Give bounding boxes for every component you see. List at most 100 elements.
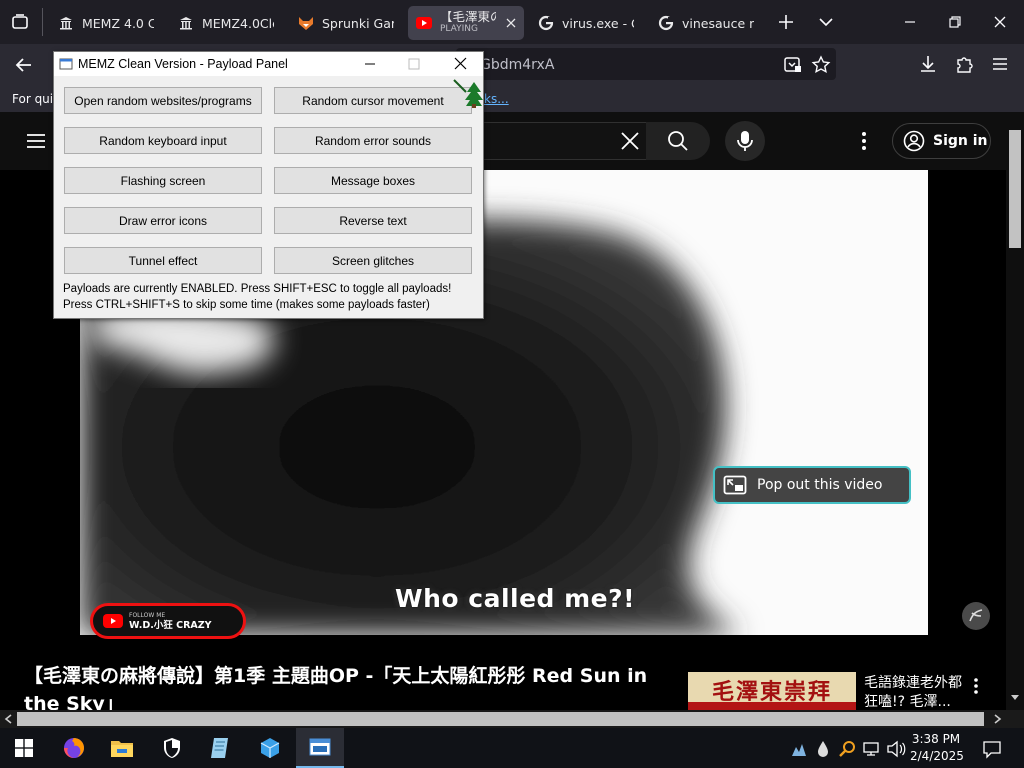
payload-button-message-boxes[interactable]: Message boxes <box>274 167 472 194</box>
tab-memz-1[interactable]: MEMZ 4.0 Cle <box>50 6 162 40</box>
clock-time: 3:38 PM <box>911 732 961 746</box>
payload-button-tunnel-effect[interactable]: Tunnel effect <box>64 247 262 274</box>
tab-list-icon[interactable] <box>10 12 30 32</box>
thumbnail-banner <box>688 702 856 710</box>
translate-page-icon[interactable] <box>783 55 803 75</box>
payload-button-keyboard-input[interactable]: Random keyboard input <box>64 127 262 154</box>
tab-virus-google[interactable]: virus.exe - Goo <box>530 6 642 40</box>
tab-title: MEMZ 4.0 Cle <box>82 15 154 31</box>
account-icon <box>903 130 925 152</box>
menu-hamburger-icon[interactable] <box>990 54 1010 74</box>
payload-button-screen-glitches[interactable]: Screen glitches <box>274 247 472 274</box>
notepad-icon <box>209 737 231 759</box>
vertical-scrollbar[interactable] <box>1006 126 1024 710</box>
tab-overflow-chevron-icon[interactable] <box>816 12 836 32</box>
horizontal-scrollbar[interactable] <box>0 710 1024 728</box>
sign-in-button[interactable]: Sign in <box>892 123 991 159</box>
microphone-icon <box>736 130 754 152</box>
memz-payload-panel-window[interactable]: MEMZ Clean Version - Payload Panel Open … <box>53 51 484 319</box>
scrollbar-thumb[interactable] <box>1009 130 1021 248</box>
recommended-video-thumbnail[interactable]: 毛澤東崇拜 <box>688 672 856 710</box>
picture-in-picture-icon <box>723 475 747 495</box>
windows-start-button[interactable] <box>0 728 48 768</box>
horizontal-scrollbar-thumb[interactable] <box>17 712 984 726</box>
video-logo-icon <box>962 602 990 630</box>
tab-title: 【毛澤東の <box>440 11 496 23</box>
search-button[interactable] <box>646 122 710 160</box>
scroll-right-arrow-icon[interactable] <box>994 714 1002 724</box>
fox-icon <box>298 15 314 31</box>
youtube-logo-icon <box>103 614 123 628</box>
folder-icon <box>110 737 134 759</box>
youtube-icon <box>416 15 432 31</box>
scroll-left-arrow-icon[interactable] <box>4 714 12 724</box>
url-field[interactable]: Gbdm4rxA <box>456 48 836 80</box>
shield-icon <box>162 737 182 759</box>
tab-memz-2[interactable]: MEMZ4.0Clea <box>170 6 282 40</box>
tray-droplet-icon[interactable] <box>816 740 830 758</box>
memz-title-bar[interactable]: MEMZ Clean Version - Payload Panel <box>54 52 483 76</box>
more-options-icon[interactable] <box>856 130 872 152</box>
restore-window-icon[interactable] <box>945 12 965 32</box>
close-window-icon[interactable] <box>990 12 1010 32</box>
downloads-icon[interactable] <box>918 54 938 74</box>
sign-in-label: Sign in <box>933 133 988 149</box>
memz-close-icon[interactable] <box>454 57 467 70</box>
tab-youtube-active[interactable]: 【毛澤東の PLAYING <box>408 6 524 40</box>
minimize-window-icon[interactable] <box>900 12 920 32</box>
back-arrow-icon[interactable] <box>13 54 35 76</box>
google-icon <box>538 15 554 31</box>
windows-logo-icon <box>15 739 33 757</box>
payload-button-flashing-screen[interactable]: Flashing screen <box>64 167 262 194</box>
channel-name: W.D.小狂 CRAZY <box>129 620 212 631</box>
tree-cursor-icon <box>452 78 486 108</box>
package-icon <box>259 737 281 759</box>
new-tab-icon[interactable] <box>776 12 796 32</box>
recommended-more-icon[interactable] <box>970 676 982 696</box>
clock-date: 2/4/2025 <box>910 749 964 763</box>
tab-title: Sprunki Game <box>322 15 394 31</box>
memz-maximize-icon <box>408 58 420 70</box>
tray-app-icon[interactable] <box>790 740 808 758</box>
volume-icon[interactable] <box>886 740 906 758</box>
tab-label-group: 【毛澤東の PLAYING <box>440 11 496 35</box>
taskbar-firefox[interactable] <box>50 728 98 768</box>
tray-search-key-icon[interactable] <box>838 740 856 758</box>
bookmark-star-icon[interactable] <box>811 55 831 75</box>
taskbar-file-explorer[interactable] <box>98 728 146 768</box>
payload-button-error-sounds[interactable]: Random error sounds <box>274 127 472 154</box>
pop-out-label: Pop out this video <box>757 477 883 493</box>
tab-vinesauce-google[interactable]: vinesauce me <box>650 6 762 40</box>
tab-title: virus.exe - Goo <box>562 15 634 31</box>
taskbar-memz-active[interactable] <box>296 728 344 768</box>
tab-title: vinesauce me <box>682 15 754 31</box>
scroll-down-arrow-icon[interactable] <box>1010 694 1020 702</box>
tab-sprunki[interactable]: Sprunki Game <box>290 6 402 40</box>
recommended-video-title[interactable]: 毛語錄連老外都狂嗑!? 毛澤... <box>864 674 968 712</box>
close-tab-icon[interactable] <box>506 18 516 28</box>
bookmarks-link[interactable]: ks... <box>484 92 509 106</box>
network-icon[interactable] <box>862 740 880 758</box>
notifications-icon[interactable] <box>982 739 1002 759</box>
taskbar-app-package[interactable] <box>246 728 294 768</box>
memz-app-icon <box>59 57 73 71</box>
payload-status-note: Payloads are currently ENABLED. Press SH… <box>63 283 452 295</box>
payload-button-cursor-movement[interactable]: Random cursor movement <box>274 87 472 114</box>
taskbar-security[interactable] <box>148 728 196 768</box>
memz-minimize-icon[interactable] <box>364 58 376 70</box>
tab-title: MEMZ4.0Clea <box>202 15 274 31</box>
extensions-puzzle-icon[interactable] <box>955 54 975 74</box>
museum-icon <box>58 15 74 31</box>
channel-watermark: FOLLOW ME W.D.小狂 CRAZY <box>90 603 246 639</box>
payload-button-open-websites[interactable]: Open random websites/programs <box>64 87 262 114</box>
tab-divider <box>42 8 43 36</box>
google-icon <box>658 15 674 31</box>
hamburger-menu-icon[interactable] <box>25 130 47 152</box>
clear-search-icon[interactable] <box>619 130 641 152</box>
voice-search-button[interactable] <box>725 121 765 161</box>
payload-button-draw-error-icons[interactable]: Draw error icons <box>64 207 262 234</box>
taskbar-notepad[interactable] <box>196 728 244 768</box>
payload-button-reverse-text[interactable]: Reverse text <box>274 207 472 234</box>
taskbar-clock[interactable]: 3:38 PM 2/4/2025 <box>910 731 964 765</box>
pop-out-video-button[interactable]: Pop out this video <box>713 466 911 504</box>
